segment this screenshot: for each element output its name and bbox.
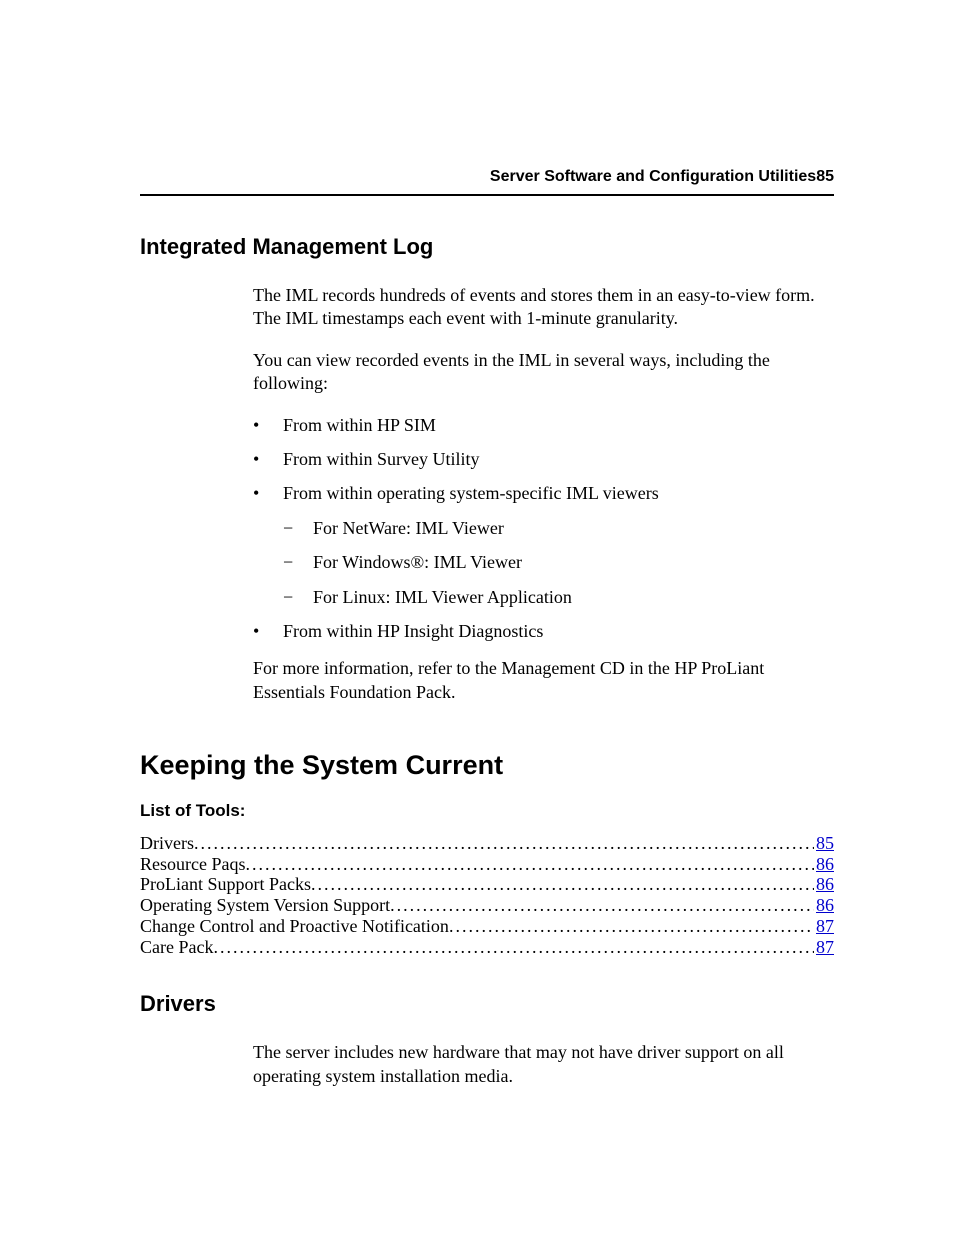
bullet-icon: • — [253, 448, 283, 471]
bullet-icon: • — [253, 414, 283, 437]
bullet-list: • From within HP SIM • From within Surve… — [253, 414, 834, 644]
toc-dots — [311, 874, 814, 895]
list-item: − For Linux: IML Viewer Application — [283, 586, 834, 609]
toc-page-link[interactable]: 87 — [814, 916, 834, 937]
list-item: • From within Survey Utility — [253, 448, 834, 471]
heading-keeping-current: Keeping the System Current — [140, 750, 834, 781]
heading-iml: Integrated Management Log — [140, 234, 834, 260]
toc-row: Drivers 85 — [140, 833, 834, 854]
toc-row: Operating System Version Support 86 — [140, 895, 834, 916]
toc-row: Resource Paqs 86 — [140, 854, 834, 875]
sub-list: − For NetWare: IML Viewer − For Windows®… — [283, 517, 834, 609]
toc-label: Resource Paqs — [140, 854, 245, 875]
toc-dots — [449, 916, 814, 937]
toc-label: Change Control and Proactive Notificatio… — [140, 916, 449, 937]
para-iml-3: For more information, refer to the Manag… — [253, 657, 834, 704]
toc-dots — [245, 854, 814, 875]
list-item-label: For Linux: IML Viewer Application — [313, 586, 572, 609]
toc-row: Change Control and Proactive Notificatio… — [140, 916, 834, 937]
heading-drivers: Drivers — [140, 991, 834, 1017]
toc-dots — [213, 937, 814, 958]
para-drivers-1: The server includes new hardware that ma… — [253, 1041, 834, 1088]
list-item-label: For Windows®: IML Viewer — [313, 551, 522, 574]
toc-label: Care Pack — [140, 937, 213, 958]
list-item-label: From within HP Insight Diagnostics — [283, 620, 543, 643]
list-item-label: From within HP SIM — [283, 414, 436, 437]
toc-page-link[interactable]: 86 — [814, 895, 834, 916]
bullet-icon: • — [253, 482, 283, 505]
toc-label: Drivers — [140, 833, 194, 854]
heading-list-of-tools: List of Tools: — [140, 801, 834, 821]
para-iml-1: The IML records hundreds of events and s… — [253, 284, 834, 331]
bullet-icon: • — [253, 620, 283, 643]
para-iml-2: You can view recorded events in the IML … — [253, 349, 834, 396]
toc-dots — [194, 833, 814, 854]
toc-page-link[interactable]: 87 — [814, 937, 834, 958]
list-item: − For NetWare: IML Viewer — [283, 517, 834, 540]
toc-label: ProLiant Support Packs — [140, 874, 311, 895]
toc-row: Care Pack 87 — [140, 937, 834, 958]
toc-label: Operating System Version Support — [140, 895, 390, 916]
page-header: Server Software and Configuration Utilit… — [140, 168, 834, 196]
list-item-label: From within operating system-specific IM… — [283, 482, 659, 505]
dash-icon: − — [283, 586, 313, 609]
list-item: • From within HP SIM — [253, 414, 834, 437]
list-item-label: From within Survey Utility — [283, 448, 480, 471]
header-title: Server Software and Configuration Utilit… — [490, 168, 816, 186]
dash-icon: − — [283, 551, 313, 574]
toc-dots — [390, 895, 814, 916]
toc-row: ProLiant Support Packs 86 — [140, 874, 834, 895]
toc-page-link[interactable]: 85 — [814, 833, 834, 854]
list-item: • From within operating system-specific … — [253, 482, 834, 505]
document-page: Server Software and Configuration Utilit… — [0, 0, 954, 1088]
toc-page-link[interactable]: 86 — [814, 874, 834, 895]
list-item: − For Windows®: IML Viewer — [283, 551, 834, 574]
dash-icon: − — [283, 517, 313, 540]
list-item-label: For NetWare: IML Viewer — [313, 517, 504, 540]
header-page-number: 85 — [816, 168, 834, 186]
toc: Drivers 85 Resource Paqs 86 ProLiant Sup… — [140, 833, 834, 957]
toc-page-link[interactable]: 86 — [814, 854, 834, 875]
list-item: • From within HP Insight Diagnostics — [253, 620, 834, 643]
